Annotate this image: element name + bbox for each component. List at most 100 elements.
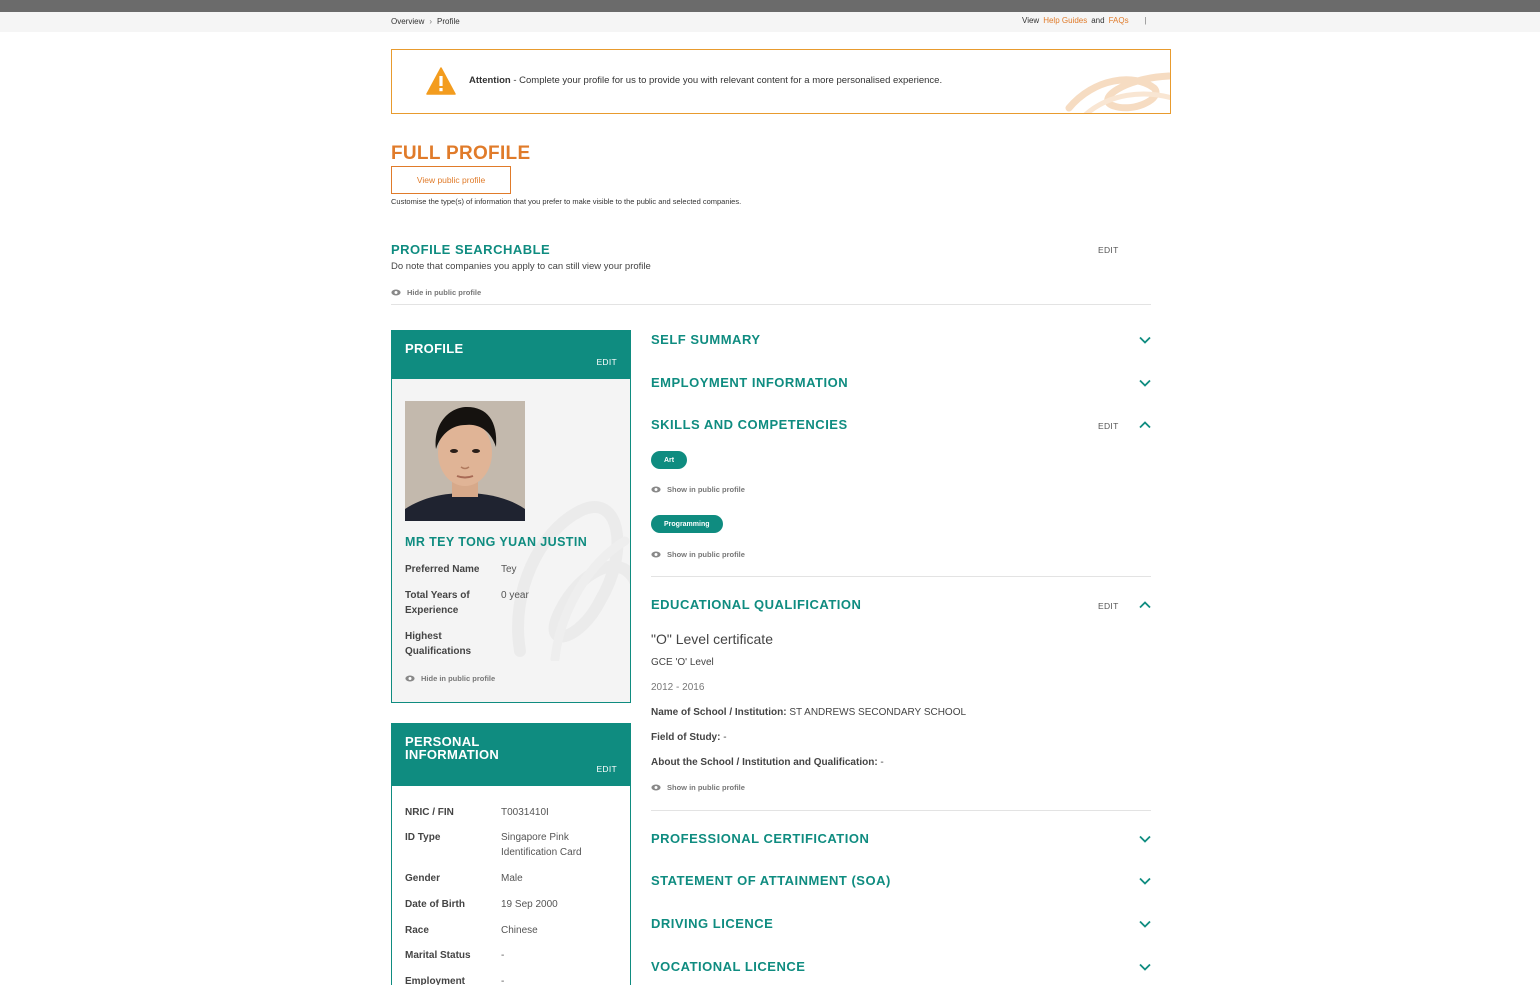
visibility-label: Show in public profile: [667, 550, 745, 559]
field-label: Employment: [405, 976, 466, 985]
profile-card-edit-link[interactable]: EDIT: [596, 357, 617, 367]
highest-qualifications-row: Highest Qualifications: [405, 629, 621, 659]
sub-bar: [0, 12, 1540, 32]
visibility-label: Show in public profile: [667, 485, 745, 494]
skill-tag-art: Art: [651, 451, 688, 469]
profile-photo: [405, 401, 525, 521]
gender-row: Gender Male: [405, 871, 621, 886]
field-value: Singapore Pink Identification Card: [501, 832, 582, 858]
education-visibility[interactable]: Show in public profile: [651, 783, 745, 792]
visibility-label: Hide in public profile: [421, 674, 496, 683]
profile-card-title: PROFILE: [405, 341, 464, 356]
field-label: Gender: [405, 873, 441, 884]
field-value: Chinese: [501, 925, 538, 936]
profile-card-visibility[interactable]: Hide in public profile: [405, 674, 495, 683]
field-value: Tey: [501, 564, 517, 575]
eye-icon: [651, 551, 661, 558]
education-field-row: Field of Study: -: [651, 732, 727, 743]
date-of-birth-row: Date of Birth 19 Sep 2000: [405, 897, 621, 912]
top-bar: [0, 0, 1540, 12]
skills-competencies-header[interactable]: SKILLS AND COMPETENCIES: [651, 417, 848, 432]
chevron-down-icon[interactable]: [1139, 835, 1151, 843]
help-guides-link[interactable]: Help Guides: [1043, 16, 1087, 25]
field-label: Total Years of Experience: [405, 590, 470, 616]
breadcrumb-profile: Profile: [437, 17, 460, 26]
alert-text: Attention - Complete your profile for us…: [469, 75, 942, 86]
breadcrumb-overview[interactable]: Overview: [391, 17, 424, 26]
chevron-up-icon[interactable]: [1139, 601, 1151, 609]
field-label: Race: [405, 925, 429, 936]
field-value: -: [501, 950, 505, 961]
eye-icon: [391, 289, 401, 296]
skills-edit-link[interactable]: EDIT: [1098, 421, 1119, 431]
section-divider: [391, 304, 1151, 305]
chevron-down-icon[interactable]: [1139, 877, 1151, 885]
personal-card-title-line2: INFORMATION: [405, 747, 500, 762]
field-value: T0031410I: [501, 807, 549, 818]
education-name: "O" Level certificate: [651, 631, 773, 647]
education-field-label: Field of Study:: [651, 732, 721, 743]
employment-row: Employment -: [405, 974, 621, 985]
field-value: [501, 629, 621, 659]
eye-icon: [651, 784, 661, 791]
field-value: 19 Sep 2000: [501, 899, 558, 910]
alert-strong: Attention: [469, 75, 511, 86]
education-field-value: -: [720, 732, 727, 743]
profile-searchable-visibility[interactable]: Hide in public profile: [391, 288, 481, 297]
field-label: Highest Qualifications: [405, 631, 472, 657]
skill-art-visibility[interactable]: Show in public profile: [651, 485, 745, 494]
visibility-label: Show in public profile: [667, 783, 745, 792]
id-type-row: ID Type Singapore Pink Identification Ca…: [405, 830, 611, 860]
field-label: Date of Birth: [405, 899, 465, 910]
alert-message: - Complete your profile for us to provid…: [510, 75, 943, 86]
help-view-text: View: [1022, 16, 1040, 25]
faqs-link[interactable]: FAQs: [1109, 16, 1129, 25]
chevron-right-icon: ›: [429, 17, 433, 26]
field-label: Preferred Name: [405, 564, 480, 575]
profile-searchable-note: Do note that companies you apply to can …: [391, 261, 651, 272]
skill-programming-visibility[interactable]: Show in public profile: [651, 550, 745, 559]
field-value: Male: [501, 873, 523, 884]
customise-note: Customise the type(s) of information tha…: [391, 197, 742, 206]
field-value: 0 year: [501, 590, 529, 601]
years-experience-row: Total Years of Experience 0 year: [405, 588, 621, 618]
education-edit-link[interactable]: EDIT: [1098, 601, 1119, 611]
personal-card-header: PERSONAL INFORMATION EDIT: [392, 724, 630, 786]
help-and-text: and: [1091, 16, 1105, 25]
section-divider: [651, 576, 1151, 577]
chevron-down-icon[interactable]: [1139, 336, 1151, 344]
employment-information-header[interactable]: EMPLOYMENT INFORMATION: [651, 375, 848, 390]
eye-icon: [651, 486, 661, 493]
field-label: NRIC / FIN: [405, 807, 454, 818]
education-school-value: ST ANDREWS SECONDARY SCHOOL: [786, 707, 967, 718]
profile-searchable-edit-link[interactable]: EDIT: [1098, 245, 1119, 255]
preferred-name-row: Preferred Name Tey: [405, 562, 621, 577]
breadcrumb: Overview › Profile: [391, 17, 460, 26]
eye-icon: [405, 675, 415, 682]
soa-header[interactable]: STATEMENT OF ATTAINMENT (SOA): [651, 873, 891, 888]
vocational-licence-header[interactable]: VOCATIONAL LICENCE: [651, 959, 805, 974]
chevron-up-icon[interactable]: [1139, 421, 1151, 429]
warning-icon: [426, 67, 456, 95]
chevron-down-icon[interactable]: [1139, 963, 1151, 971]
visibility-label: Hide in public profile: [407, 288, 482, 297]
page-title: FULL PROFILE: [391, 143, 531, 164]
professional-certification-header[interactable]: PROFESSIONAL CERTIFICATION: [651, 831, 869, 846]
personal-card-edit-link[interactable]: EDIT: [596, 764, 617, 774]
driving-licence-header[interactable]: DRIVING LICENCE: [651, 916, 773, 931]
avatar: [405, 401, 525, 521]
view-public-profile-button[interactable]: View public profile: [391, 166, 511, 194]
help-separator: |: [1144, 16, 1147, 25]
education-level: GCE 'O' Level: [651, 657, 714, 668]
chevron-down-icon[interactable]: [1139, 379, 1151, 387]
nric-row: NRIC / FIN T0031410I: [405, 805, 621, 820]
self-summary-header[interactable]: SELF SUMMARY: [651, 332, 761, 347]
chevron-down-icon[interactable]: [1139, 920, 1151, 928]
marital-status-row: Marital Status -: [405, 948, 621, 963]
section-divider: [651, 810, 1151, 811]
education-about-label: About the School / Institution and Quali…: [651, 757, 878, 768]
personal-card-title: PERSONAL INFORMATION: [405, 735, 499, 761]
educational-qualification-header[interactable]: EDUCATIONAL QUALIFICATION: [651, 597, 861, 612]
help-links: View Help Guides and FAQs |: [1022, 16, 1147, 25]
attention-alert: Attention - Complete your profile for us…: [391, 49, 1171, 114]
